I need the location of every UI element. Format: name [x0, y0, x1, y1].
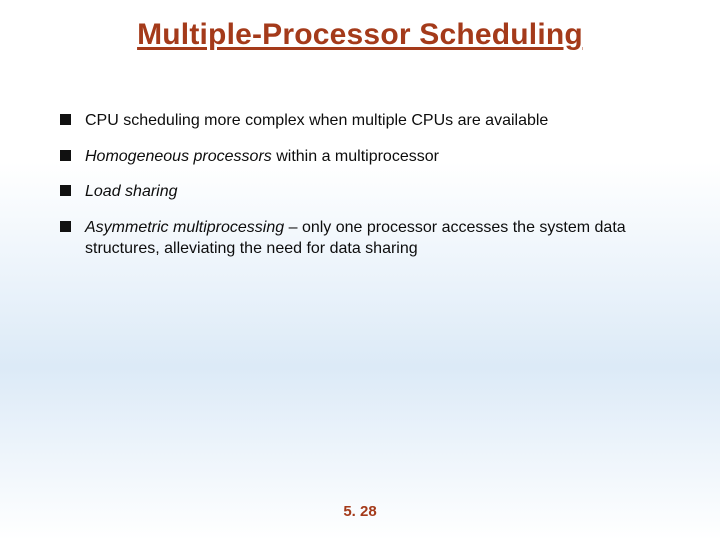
bullet-text: Asymmetric multiprocessing – only one pr… [85, 217, 650, 260]
bullet-text: Homogeneous processors within a multipro… [85, 146, 650, 168]
bullet-icon [60, 114, 71, 125]
bullet-text: CPU scheduling more complex when multipl… [85, 110, 650, 132]
bullet-icon [60, 221, 71, 232]
text-post: CPU scheduling more complex when multipl… [85, 112, 548, 129]
list-item: Asymmetric multiprocessing – only one pr… [60, 217, 650, 260]
list-item: Homogeneous processors within a multipro… [60, 146, 650, 168]
text-em: Load sharing [85, 183, 178, 200]
text-post: within a multiprocessor [272, 148, 439, 165]
text-em: Homogeneous processors [85, 148, 272, 165]
bullet-icon [60, 150, 71, 161]
list-item: Load sharing [60, 181, 650, 203]
text-em: Asymmetric multiprocessing [85, 219, 284, 236]
page-number: 5. 28 [0, 503, 720, 520]
bullet-icon [60, 185, 71, 196]
slide: Multiple-Processor Scheduling CPU schedu… [0, 0, 720, 540]
bullet-list: CPU scheduling more complex when multipl… [60, 110, 650, 274]
list-item: CPU scheduling more complex when multipl… [60, 110, 650, 132]
slide-title: Multiple-Processor Scheduling [0, 18, 720, 52]
bullet-text: Load sharing [85, 181, 650, 203]
